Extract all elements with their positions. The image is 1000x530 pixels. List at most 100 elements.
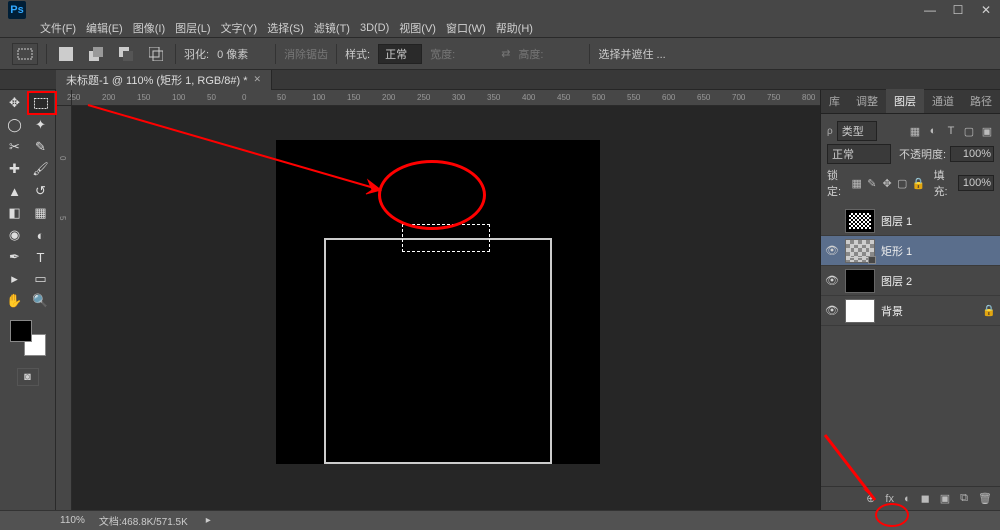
menu-window[interactable]: 窗口(W) <box>442 18 490 38</box>
move-tool[interactable]: ✥ <box>2 92 28 114</box>
lock-all-icon[interactable]: 🔒 <box>912 176 926 190</box>
adjustment-button[interactable]: ◼ <box>921 492 930 505</box>
foreground-color[interactable] <box>10 320 32 342</box>
ruler-horizontal[interactable]: 2502001501005005010015020025030035040045… <box>72 90 820 106</box>
layer-kind-dropdown[interactable]: 类型 <box>837 121 877 141</box>
close-button[interactable]: ✕ <box>972 0 1000 19</box>
ruler-vertical[interactable]: 05 <box>56 106 72 510</box>
tab-library[interactable]: 库 <box>821 89 848 113</box>
selection-add-icon[interactable] <box>85 45 107 63</box>
layer-name[interactable]: 图层 1 <box>881 213 912 229</box>
filter-pixel-icon[interactable]: ▦ <box>908 124 922 138</box>
antialias-checkbox[interactable]: 消除锯齿 <box>284 46 328 62</box>
lock-position-icon[interactable]: ✥ <box>881 176 892 190</box>
dodge-tool[interactable]: ◐ <box>28 224 54 246</box>
layer-thumb[interactable] <box>845 269 875 293</box>
zoom-readout[interactable]: 110% <box>60 515 85 526</box>
brush-tool[interactable]: 🖌 <box>28 158 54 180</box>
path-select-tool[interactable]: ▸ <box>2 268 28 290</box>
new-layer-button[interactable]: ⧉ <box>960 492 968 505</box>
mask-button[interactable]: ◐ <box>904 493 911 505</box>
layer-name[interactable]: 矩形 1 <box>881 243 912 259</box>
zoom-tool[interactable]: 🔍 <box>28 290 54 312</box>
tab-adjust[interactable]: 调整 <box>848 89 886 113</box>
delete-layer-button[interactable]: 🗑 <box>978 492 992 505</box>
history-brush-tool[interactable]: ↺ <box>28 180 54 202</box>
visibility-toggle[interactable]: 👁 <box>825 304 839 317</box>
selection-intersect-icon[interactable] <box>145 45 167 63</box>
document-canvas[interactable] <box>276 140 600 464</box>
doc-size-readout[interactable]: 文档:468.8K/571.5K <box>99 513 188 528</box>
layer-name[interactable]: 背景 <box>881 303 903 319</box>
crop-tool[interactable]: ✂ <box>2 136 28 158</box>
feather-input[interactable]: 0 像素 <box>217 46 267 62</box>
filter-shape-icon[interactable]: ▢ <box>962 124 976 138</box>
canvas-area[interactable]: 2502001501005005010015020025030035040045… <box>56 90 820 510</box>
document-tab[interactable]: 未标题-1 @ 110% (矩形 1, RGB/8#) * ✕ <box>56 70 272 90</box>
menu-file[interactable]: 文件(F) <box>36 18 80 38</box>
menu-view[interactable]: 视图(V) <box>395 18 440 38</box>
layer-name[interactable]: 图层 2 <box>881 273 912 289</box>
eyedropper-tool[interactable]: ✎ <box>28 136 54 158</box>
color-swatches[interactable] <box>10 320 46 356</box>
menu-3d[interactable]: 3D(D) <box>356 20 393 36</box>
menu-help[interactable]: 帮助(H) <box>492 18 537 38</box>
magic-wand-tool[interactable]: ✦ <box>28 114 54 136</box>
menu-layer[interactable]: 图层(L) <box>171 18 214 38</box>
selection-subtract-icon[interactable] <box>115 45 137 63</box>
visibility-toggle[interactable]: 👁 <box>825 274 839 287</box>
stamp-tool[interactable]: ▲ <box>2 180 28 202</box>
fx-button[interactable]: fx <box>885 493 894 505</box>
type-tool[interactable]: T <box>28 246 54 268</box>
opacity-input[interactable]: 100% <box>950 146 994 162</box>
eraser-tool[interactable]: ◧ <box>2 202 28 224</box>
filter-adjust-icon[interactable]: ◐ <box>926 124 940 138</box>
fill-input[interactable]: 100% <box>958 175 994 191</box>
tab-channels[interactable]: 通道 <box>924 89 962 113</box>
pen-tool[interactable]: ✒ <box>2 246 28 268</box>
layer-thumb[interactable] <box>845 239 875 263</box>
close-tab-icon[interactable]: ✕ <box>254 74 262 85</box>
tab-paths[interactable]: 路径 <box>962 89 1000 113</box>
width-label: 宽度: <box>430 46 455 62</box>
blur-tool[interactable]: ◉ <box>2 224 28 246</box>
selection-new-icon[interactable] <box>55 45 77 63</box>
gradient-tool[interactable]: ▦ <box>28 202 54 224</box>
maximize-button[interactable]: ☐ <box>944 0 972 19</box>
layer-thumb[interactable] <box>845 299 875 323</box>
visibility-toggle[interactable]: 👁 <box>825 244 839 257</box>
link-layers-button[interactable]: ⊕ <box>866 492 875 505</box>
swap-wh-icon[interactable]: ⇄ <box>501 47 510 60</box>
minimize-button[interactable]: — <box>916 0 944 19</box>
layer-thumb[interactable] <box>845 209 875 233</box>
group-button[interactable]: ▣ <box>940 492 950 505</box>
healing-tool[interactable]: ✚ <box>2 158 28 180</box>
style-dropdown[interactable]: 正常 <box>378 44 422 64</box>
marquee-tool[interactable] <box>28 92 54 114</box>
rectangle-shape-tool[interactable]: ▭ <box>28 268 54 290</box>
filter-type-icon[interactable]: T <box>944 124 958 138</box>
lock-transparency-icon[interactable]: ▦ <box>851 176 862 190</box>
blend-mode-dropdown[interactable]: 正常 <box>827 144 891 164</box>
menu-edit[interactable]: 编辑(E) <box>82 18 127 38</box>
tab-layers[interactable]: 图层 <box>886 89 924 113</box>
current-tool-icon[interactable] <box>12 43 38 65</box>
refine-edge-button[interactable]: 选择并遮住 ... <box>598 46 665 62</box>
menu-image[interactable]: 图像(I) <box>129 18 169 38</box>
menu-select[interactable]: 选择(S) <box>263 18 308 38</box>
layer-row[interactable]: 👁 矩形 1 <box>821 236 1000 266</box>
status-menu-icon[interactable]: ▸ <box>206 515 211 526</box>
lasso-tool[interactable]: ◯ <box>2 114 28 136</box>
menu-filter[interactable]: 滤镜(T) <box>310 18 354 38</box>
hand-tool[interactable]: ✋ <box>2 290 28 312</box>
lock-artboard-icon[interactable]: ▢ <box>897 176 908 190</box>
quickmask-button[interactable]: ◙ <box>17 368 39 386</box>
layer-row[interactable]: 👁 图层 2 <box>821 266 1000 296</box>
lock-pixels-icon[interactable]: ✎ <box>866 176 877 190</box>
filter-smart-icon[interactable]: ▣ <box>980 124 994 138</box>
separator <box>589 44 590 64</box>
layer-row[interactable]: 👁 背景 🔒 <box>821 296 1000 326</box>
layer-row[interactable]: 图层 1 <box>821 206 1000 236</box>
document-tab-title: 未标题-1 @ 110% (矩形 1, RGB/8#) * <box>66 72 248 88</box>
menu-type[interactable]: 文字(Y) <box>217 18 262 38</box>
